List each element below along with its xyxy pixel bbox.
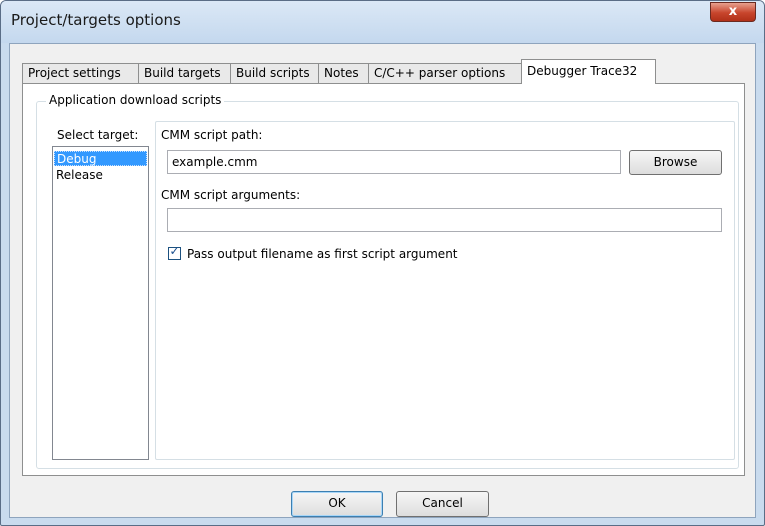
tab-build-targets[interactable]: Build targets xyxy=(138,63,231,83)
close-icon: x xyxy=(728,4,738,19)
cmm-args-label: CMM script arguments: xyxy=(161,188,301,202)
tab-label: Build targets xyxy=(144,66,221,80)
tab-cpp-parser-options[interactable]: C/C++ parser options xyxy=(368,63,522,83)
tab-debugger-trace32[interactable]: Debugger Trace32 xyxy=(521,59,656,84)
cancel-button[interactable]: Cancel xyxy=(396,491,489,517)
checkmark-icon: ✓ xyxy=(169,244,180,258)
cmm-path-label: CMM script path: xyxy=(161,128,263,142)
browse-button[interactable]: Browse xyxy=(629,150,722,175)
title-bar[interactable]: Project/targets options x xyxy=(1,1,764,43)
select-target-label: Select target: xyxy=(57,128,139,142)
tab-label: Build scripts xyxy=(236,66,310,80)
window-title: Project/targets options xyxy=(11,11,181,29)
pass-output-checkbox[interactable]: ✓ xyxy=(168,244,181,260)
pass-output-label[interactable]: Pass output filename as first script arg… xyxy=(187,247,458,261)
tab-project-settings[interactable]: Project settings xyxy=(22,63,139,83)
cmm-args-input[interactable] xyxy=(167,208,722,232)
tab-build-scripts[interactable]: Build scripts xyxy=(230,63,319,83)
tab-label: Debugger Trace32 xyxy=(527,64,638,78)
group-title: Application download scripts xyxy=(46,93,225,107)
tab-label: C/C++ parser options xyxy=(374,66,506,80)
target-listbox[interactable]: Debug Release xyxy=(52,146,149,460)
tab-label: Notes xyxy=(324,66,359,80)
ok-button[interactable]: OK xyxy=(291,491,383,517)
tab-label: Project settings xyxy=(28,66,121,80)
cmm-path-input[interactable]: example.cmm xyxy=(167,150,621,174)
list-item-release[interactable]: Release xyxy=(54,168,147,183)
close-button[interactable]: x xyxy=(710,2,756,22)
list-item-debug[interactable]: Debug xyxy=(54,151,147,166)
tab-notes[interactable]: Notes xyxy=(318,63,369,83)
